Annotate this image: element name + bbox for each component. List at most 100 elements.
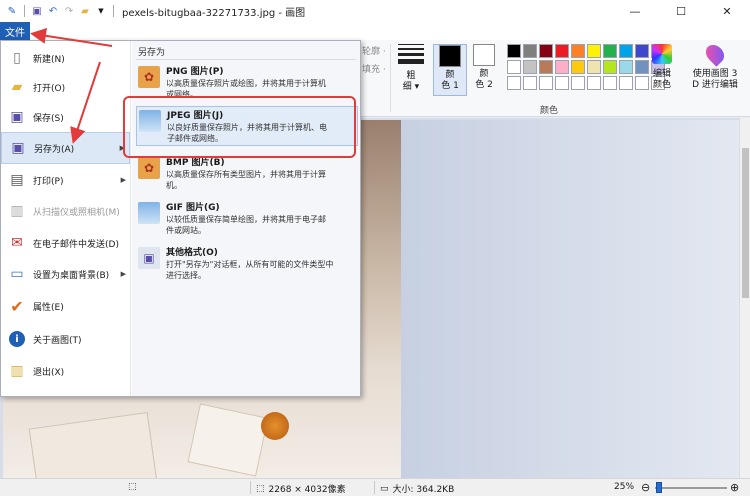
save-icon[interactable]: ▣ bbox=[31, 5, 43, 17]
palette-swatch[interactable] bbox=[619, 76, 633, 90]
window-controls: — ☐ ✕ bbox=[612, 0, 750, 22]
palette-swatch[interactable] bbox=[507, 44, 521, 58]
exit-icon: ▥ bbox=[10, 363, 24, 379]
save-as-bmp[interactable]: ✿ BMP 图片(B) 以高质量保存所有类型图片，并将其用于计算 机。 bbox=[136, 154, 358, 194]
vertical-scrollbar[interactable] bbox=[739, 118, 750, 478]
edit-colors-button[interactable]: 编辑 颜色 bbox=[649, 44, 675, 91]
palette-swatch[interactable] bbox=[587, 60, 601, 74]
divider bbox=[374, 481, 375, 494]
palette-swatch[interactable] bbox=[635, 60, 649, 74]
status-bar: ⬚ ⬚ 2268 × 4032像素 ▭ 大小: 364.2KB 25% ⊖ ⊕ bbox=[0, 478, 750, 496]
close-button[interactable]: ✕ bbox=[704, 0, 750, 22]
menu-item-label: 打印(P) bbox=[33, 176, 64, 187]
palette-swatch[interactable] bbox=[635, 76, 649, 90]
undo-icon[interactable]: ↶ bbox=[47, 5, 59, 17]
save-as-gif[interactable]: GIF 图片(G) 以较低质量保存简单绘图，并将其用于电子邮 件或网站。 bbox=[136, 199, 358, 239]
save-as-heading: 另存为 bbox=[138, 48, 166, 58]
printer-icon: ▤ bbox=[10, 172, 24, 188]
menu-item-print[interactable]: ▤ 打印(P) ▶ bbox=[1, 165, 130, 195]
file-menu-commands: ▯ 新建(N) ▰ 打开(O) ▣ 保存(S) ▣ 另存为(A) ▶ ▤ 打印(… bbox=[1, 41, 131, 396]
palette-swatch[interactable] bbox=[635, 44, 649, 58]
photo-flower bbox=[261, 412, 289, 440]
option-desc: 件或网站。 bbox=[166, 226, 206, 235]
menu-item-exit[interactable]: ▥ 退出(X) bbox=[1, 356, 130, 386]
menu-item-desktop-bg[interactable]: ▭ 设置为桌面背景(B) ▶ bbox=[1, 259, 130, 289]
color1-button[interactable]: 颜色 1 bbox=[433, 44, 467, 96]
fill-dropdown[interactable]: 填充 · bbox=[362, 62, 386, 75]
divider bbox=[113, 5, 114, 17]
color2-button[interactable]: 颜色 2 bbox=[467, 44, 501, 96]
palette-swatch[interactable] bbox=[603, 60, 617, 74]
zoom-out-button[interactable]: ⊖ bbox=[641, 481, 650, 494]
other-format-icon: ▣ bbox=[138, 247, 160, 269]
palette-swatch[interactable] bbox=[555, 44, 569, 58]
option-desc: 机。 bbox=[166, 181, 182, 190]
option-desc: 以较低质量保存简单绘图，并将其用于电子邮 bbox=[166, 215, 326, 224]
palette-swatch[interactable] bbox=[539, 60, 553, 74]
option-title: 其他格式(O) bbox=[166, 248, 218, 258]
menu-item-save-as[interactable]: ▣ 另存为(A) ▶ bbox=[1, 132, 130, 164]
redo-icon[interactable]: ↷ bbox=[63, 5, 75, 17]
window-title: pexels-bitugbaa-32271733.jpg - 画图 bbox=[122, 7, 306, 19]
menu-item-properties[interactable]: ✔ 属性(E) bbox=[1, 291, 130, 321]
menu-item-about[interactable]: i 关于画图(T) bbox=[1, 324, 130, 354]
menu-item-email[interactable]: ✉ 在电子邮件中发送(D) bbox=[1, 228, 130, 258]
dimensions: ⬚ 2268 × 4032像素 bbox=[256, 482, 346, 496]
palette-swatch[interactable] bbox=[507, 60, 521, 74]
chevron-right-icon: ▶ bbox=[120, 270, 126, 278]
divider bbox=[136, 59, 356, 60]
info-icon: i bbox=[7, 329, 27, 349]
palette-swatch[interactable] bbox=[539, 76, 553, 90]
file-tab[interactable]: 文件 bbox=[0, 22, 30, 40]
ribbon-tabs: 文件 bbox=[0, 22, 750, 40]
palette-swatch[interactable] bbox=[619, 44, 633, 58]
thickness-icon[interactable] bbox=[398, 44, 424, 67]
palette-swatch[interactable] bbox=[603, 76, 617, 90]
palette-swatch[interactable] bbox=[523, 76, 537, 90]
option-desc: 以高质量保存照片或绘图，并将其用于计算机 bbox=[166, 79, 326, 88]
palette-swatch[interactable] bbox=[523, 60, 537, 74]
zoom-slider[interactable] bbox=[655, 487, 727, 489]
color1-swatch bbox=[439, 45, 461, 67]
zoom-slider-thumb[interactable] bbox=[655, 482, 662, 493]
palette-swatch[interactable] bbox=[587, 76, 601, 90]
palette-swatch[interactable] bbox=[523, 44, 537, 58]
save-icon: ▣ bbox=[10, 109, 24, 125]
menu-item-save[interactable]: ▣ 保存(S) bbox=[1, 102, 130, 132]
divider bbox=[24, 5, 25, 17]
palette-swatch[interactable] bbox=[555, 60, 569, 74]
palette-swatch[interactable] bbox=[587, 44, 601, 58]
paint3d-button[interactable]: 使用画图 3D 进行编辑 bbox=[685, 41, 745, 91]
outline-dropdown[interactable]: 轮廓 · bbox=[362, 44, 386, 57]
title-bar: ✎ ▣ ↶ ↷ ▰ ▼ pexels-bitugbaa-32271733.jpg… bbox=[0, 0, 750, 22]
zoom-in-button[interactable]: ⊕ bbox=[730, 481, 739, 494]
folder-icon[interactable]: ▰ bbox=[79, 5, 91, 17]
annotation-highlight-box bbox=[123, 96, 356, 158]
color-palette bbox=[507, 44, 665, 90]
thickness-label-2: 细 ▾ bbox=[402, 82, 420, 92]
quick-access-toolbar: ✎ ▣ ↶ ↷ ▰ ▼ bbox=[0, 5, 116, 17]
open-folder-icon: ▰ bbox=[11, 79, 23, 95]
menu-item-new[interactable]: ▯ 新建(N) bbox=[1, 43, 130, 73]
scrollbar-thumb[interactable] bbox=[742, 148, 749, 298]
minimize-button[interactable]: — bbox=[612, 0, 658, 22]
thickness-button[interactable]: 粗 细 ▾ bbox=[397, 71, 425, 93]
selection-icon: ⬚ bbox=[128, 482, 137, 492]
palette-swatch[interactable] bbox=[619, 60, 633, 74]
save-as-other[interactable]: ▣ 其他格式(O) 打开"另存为"对话框，从所有可能的文件类型中 进行选择。 bbox=[136, 244, 358, 284]
file-size-text: 大小: 364.2KB bbox=[392, 485, 455, 495]
menu-item-open[interactable]: ▰ 打开(O) bbox=[1, 72, 130, 102]
palette-swatch[interactable] bbox=[571, 60, 585, 74]
option-title: PNG 图片(P) bbox=[166, 67, 224, 77]
palette-swatch[interactable] bbox=[603, 44, 617, 58]
gif-image-icon bbox=[138, 202, 160, 224]
palette-swatch[interactable] bbox=[555, 76, 569, 90]
palette-swatch[interactable] bbox=[507, 76, 521, 90]
palette-swatch[interactable] bbox=[571, 76, 585, 90]
palette-swatch[interactable] bbox=[571, 44, 585, 58]
maximize-button[interactable]: ☐ bbox=[658, 0, 704, 22]
palette-swatch[interactable] bbox=[539, 44, 553, 58]
divider bbox=[250, 481, 251, 494]
option-desc: 进行选择。 bbox=[166, 271, 206, 280]
chevron-down-icon[interactable]: ▼ bbox=[95, 5, 107, 17]
